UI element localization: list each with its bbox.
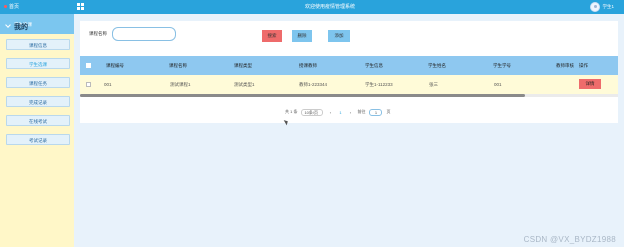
sidebar-item-course-tasks[interactable]: 课程任务 xyxy=(6,77,70,88)
watermark: CSDN @VX_BYDZ1988 xyxy=(523,235,616,244)
page-number[interactable]: 1 xyxy=(337,110,343,115)
search-button[interactable]: 搜索 xyxy=(262,30,282,42)
cell-course-id: 001 xyxy=(104,82,112,87)
col-teacher-review[interactable]: 教师审核 xyxy=(556,56,574,75)
goto-suffix: 页 xyxy=(386,109,391,114)
menu-grid-icon[interactable] xyxy=(77,3,84,10)
add-button[interactable]: 添加 xyxy=(328,30,350,42)
table-header: 课程编号 课程名称 课程类型 授课教师 学生信息 学生姓名 学生学号 教师审核 … xyxy=(80,56,618,75)
cell-course-type: 测试类型1 xyxy=(234,82,255,87)
select-all-checkbox[interactable] xyxy=(86,63,91,68)
col-student-name[interactable]: 学生姓名 xyxy=(428,56,446,75)
next-page-button[interactable]: › xyxy=(347,110,353,115)
main-panel: 课程名称 搜索 删除 添加 课程编号 课程名称 课程类型 授课教师 学生信息 学… xyxy=(80,21,618,123)
sidebar-item-completion-records[interactable]: 完成记录 xyxy=(6,96,70,107)
goto-page-input[interactable]: 1 xyxy=(369,108,383,116)
course-table: 课程编号 课程名称 课程类型 授课教师 学生信息 学生姓名 学生学号 教师审核 … xyxy=(80,56,618,97)
home-label: 首页 xyxy=(9,4,20,10)
col-student-info[interactable]: 学生信息 xyxy=(365,56,383,75)
sidebar: 学生选课 我的 课程信息 学生选课 课程任务 完成记录 在线考试 考试记录 xyxy=(0,14,74,247)
table-row[interactable]: 001 测试课程1 测试类型1 教师1-223344 学生1-112233 张三… xyxy=(80,75,618,94)
row-checkbox[interactable] xyxy=(86,82,91,87)
prev-page-button[interactable]: ‹ xyxy=(327,110,333,115)
user-name: 学生1 xyxy=(602,4,614,9)
page-size-select[interactable]: 10条/页 xyxy=(301,108,324,116)
cell-teacher: 教师1-223344 xyxy=(299,82,328,87)
scrollbar-thumb[interactable] xyxy=(80,94,525,97)
sidebar-item-online-exam[interactable]: 在线考试 xyxy=(6,115,70,126)
system-title: 欢迎使用疫情管理系统 xyxy=(304,4,355,10)
goto-prefix: 前往 xyxy=(357,109,366,114)
col-teacher[interactable]: 授课教师 xyxy=(299,56,317,75)
search-input[interactable] xyxy=(112,27,176,41)
cell-course-name: 测试课程1 xyxy=(170,82,191,87)
avatar xyxy=(590,2,601,12)
delete-button[interactable]: 删除 xyxy=(292,30,312,42)
cell-student-number: 001 xyxy=(494,82,502,87)
col-course-type[interactable]: 课程类型 xyxy=(234,56,252,75)
pagination-total: 共 1 条 xyxy=(285,109,298,114)
search-label: 课程名称 xyxy=(89,31,107,36)
col-actions: 操作 xyxy=(579,63,588,68)
cell-student-name: 张三 xyxy=(429,82,438,87)
sidebar-item-course-selection[interactable]: 学生选课 xyxy=(6,58,70,69)
home-link[interactable]: 首页 xyxy=(4,1,74,13)
sidebar-item-exam-records[interactable]: 考试记录 xyxy=(6,134,70,145)
pagination: 共 1 条 10条/页 ‹ 1 › 前往 1 页 xyxy=(285,107,390,117)
col-student-number[interactable]: 学生学号 xyxy=(493,56,511,75)
col-course-id[interactable]: 课程编号 xyxy=(106,56,124,75)
sidebar-item-course-info[interactable]: 课程信息 xyxy=(6,39,70,50)
user-menu[interactable]: 学生1 xyxy=(590,1,614,13)
detail-button[interactable]: 详情 xyxy=(579,79,601,89)
sidebar-menu: 课程信息 学生选课 课程任务 完成记录 在线考试 考试记录 xyxy=(6,39,70,153)
col-course-name[interactable]: 课程名称 xyxy=(169,56,187,75)
sidebar-header[interactable]: 学生选课 我的 xyxy=(0,14,74,34)
chevron-down-icon xyxy=(5,22,11,28)
cell-student-info: 学生1-112233 xyxy=(365,82,393,87)
top-bar: 首页 欢迎使用疫情管理系统 学生1 xyxy=(0,0,624,14)
horizontal-scrollbar[interactable] xyxy=(80,94,618,97)
sidebar-current-section: 我的 xyxy=(14,24,28,31)
home-dot-icon xyxy=(4,5,7,9)
